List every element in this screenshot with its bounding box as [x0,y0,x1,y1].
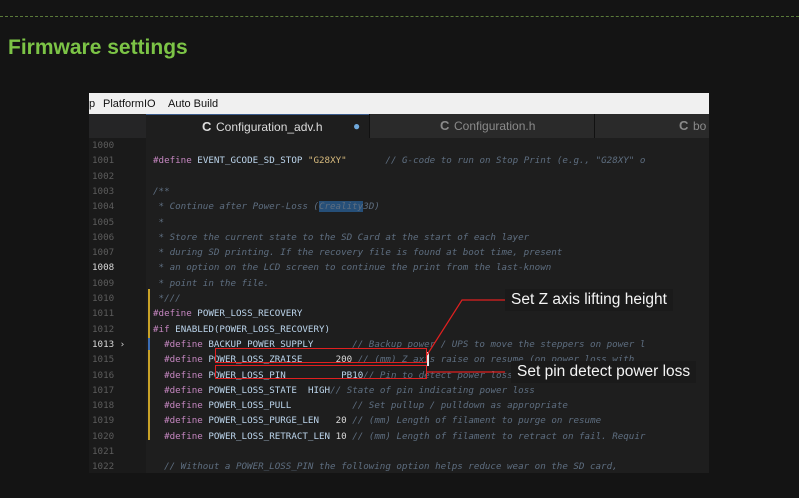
code-text: * Store the current state to the SD Card… [153,230,529,245]
line-number: 1022 [89,459,147,473]
code-line[interactable]: 1006 * Store the current state to the SD… [89,230,709,245]
code-text: #if ENABLED(POWER_LOSS_RECOVERY) [153,322,330,337]
dashed-divider [0,16,799,17]
callout-zraise: Set Z axis lifting height [505,289,673,311]
code-line[interactable]: 1007 * during SD printing. If the recove… [89,245,709,260]
code-text: * Continue after Power-Loss (Creality3D) [153,199,380,214]
line-number: 1000 [89,138,147,153]
line-number: 1008 [89,260,147,275]
line-number: 1016 [89,368,147,383]
code-line[interactable]: 1017 #define POWER_LOSS_STATE HIGH// Sta… [89,383,709,398]
code-text: * [153,215,164,230]
tab-label: bo [693,119,706,133]
line-number: 1013 › [89,337,147,352]
line-number: 1011 [89,306,147,321]
callout-pin: Set pin detect power loss [511,361,696,383]
code-text: #define POWER_LOSS_PULL // Set pullup / … [153,398,568,413]
line-number: 1015 [89,352,147,367]
text-cursor [427,352,429,366]
line-number: 1005 [89,215,147,230]
c-file-icon: C [679,118,688,133]
line-number: 1004 [89,199,147,214]
line-number: 1001 [89,153,147,168]
code-text: #define POWER_LOSS_RETRACT_LEN 10 // (mm… [153,429,645,444]
code-line[interactable]: 1008 * an option on the LCD screen to co… [89,260,709,275]
c-file-icon: C [440,118,449,133]
code-line[interactable]: 1000 [89,138,709,153]
line-number: 1009 [89,276,147,291]
line-number: 1019 [89,413,147,428]
code-line[interactable]: 1012 #if ENABLED(POWER_LOSS_RECOVERY) [89,322,709,337]
line-number: 1021 [89,444,147,459]
line-number: 1017 [89,383,147,398]
tab-configuration-adv[interactable]: C Configuration_adv.h ● [146,114,369,138]
code-text: // Without a POWER_LOSS_PIN the followin… [153,459,618,473]
code-line[interactable]: 1004 * Continue after Power-Loss (Creali… [89,199,709,214]
code-line[interactable]: 1019 #define POWER_LOSS_PURGE_LEN 20 // … [89,413,709,428]
code-text: #define POWER_LOSS_PURGE_LEN 20 // (mm) … [153,413,601,428]
code-text: * an option on the LCD screen to continu… [153,260,551,275]
code-text: #define POWER_LOSS_RECOVERY [153,306,302,321]
line-number: 1018 [89,398,147,413]
line-number: 1010 [89,291,147,306]
menu-bar: p PlatformIO Auto Build [89,93,709,114]
code-text: * during SD printing. If the recovery fi… [153,245,562,260]
highlight-zraise-box [215,348,427,363]
menu-item-platformio[interactable]: PlatformIO [103,98,156,110]
menu-item-auto-build[interactable]: Auto Build [168,98,218,110]
line-number: 1002 [89,169,147,184]
modified-lines-marker [148,350,150,440]
tab-label: Configuration_adv.h [216,120,323,134]
code-text: /** [153,184,170,199]
menu-item-p[interactable]: p [89,98,95,110]
code-text: #define POWER_LOSS_STATE HIGH// State of… [153,383,535,398]
highlight-pin-box [215,365,427,379]
line-number: 1007 [89,245,147,260]
code-line[interactable]: 1022 // Without a POWER_LOSS_PIN the fol… [89,459,709,473]
code-line[interactable]: 1002 [89,169,709,184]
tab-bar: C Configuration_adv.h ● C Configuration.… [89,114,709,138]
page-heading: Firmware settings [8,36,188,60]
tab-configuration[interactable]: C Configuration.h [369,114,594,138]
tab-boards[interactable]: C bo [594,114,709,138]
code-line[interactable]: 1020 #define POWER_LOSS_RETRACT_LEN 10 /… [89,429,709,444]
line-number: 1003 [89,184,147,199]
code-line[interactable]: 1003 /** [89,184,709,199]
code-line[interactable]: 1021 [89,444,709,459]
tab-label: Configuration.h [454,119,535,133]
code-text: * point in the file. [153,276,269,291]
code-line[interactable]: 1005 * [89,215,709,230]
code-text: */// [153,291,181,306]
line-number: 1020 [89,429,147,444]
unsaved-dot-icon: ● [353,119,360,133]
code-line[interactable]: 1018 #define POWER_LOSS_PULL // Set pull… [89,398,709,413]
line-number: 1006 [89,230,147,245]
code-line[interactable]: 1001 #define EVENT_GCODE_SD_STOP "G28XY" … [89,153,709,168]
c-file-icon: C [202,119,211,134]
editor-screenshot: p PlatformIO Auto Build C Configuration_… [89,93,709,473]
code-text: #define EVENT_GCODE_SD_STOP "G28XY" // G… [153,153,645,168]
line-number: 1012 [89,322,147,337]
